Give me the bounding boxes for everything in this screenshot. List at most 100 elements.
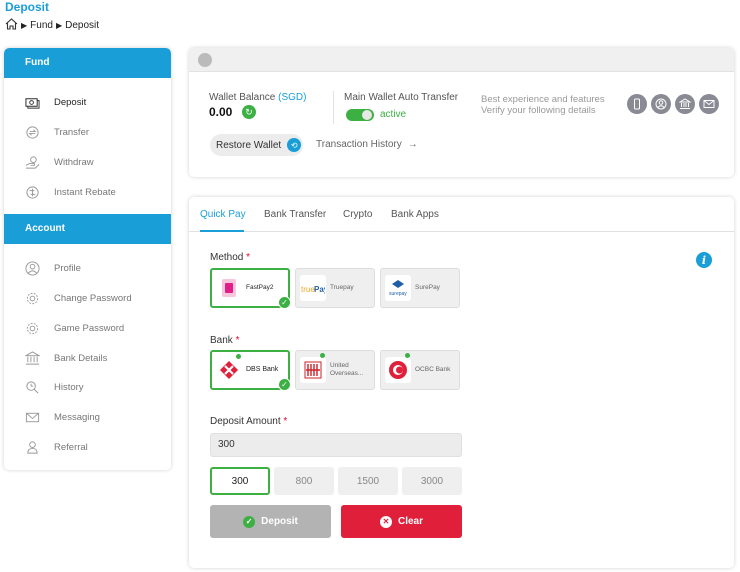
breadcrumb: ▶ Fund ▶ Deposit: [5, 18, 99, 33]
bank-icon[interactable]: [675, 94, 695, 114]
sidebar-item-profile[interactable]: Profile: [24, 258, 81, 278]
bank-option-uob[interactable]: United Overseas...: [295, 350, 375, 390]
auto-transfer-label: Main Wallet Auto Transfer: [344, 92, 459, 103]
amount-label: Deposit Amount *: [210, 416, 288, 427]
sidebar-item-label: History: [54, 381, 84, 393]
sidebar-item-withdraw[interactable]: Withdraw: [24, 152, 94, 172]
breadcrumb-separator-icon: ▶: [21, 21, 28, 30]
transfer-icon: [24, 124, 40, 140]
sidebar-item-deposit[interactable]: Deposit: [24, 92, 86, 112]
sidebar-item-game-password[interactable]: Game Password: [24, 318, 124, 338]
close-circle-icon: ✕: [379, 515, 392, 528]
sidebar-item-label: Bank Details: [54, 352, 108, 364]
sidebar-header-account: Account: [4, 214, 171, 244]
active-tab-underline: [200, 230, 244, 232]
tab-quick-pay[interactable]: Quick Pay: [200, 209, 246, 220]
check-circle-icon: ✓: [243, 515, 256, 528]
svg-text:Pay: Pay: [314, 285, 325, 294]
sidebar-item-label: Instant Rebate: [54, 186, 116, 198]
method-label: Method *: [210, 252, 251, 263]
arrow-right-icon: →: [407, 139, 418, 150]
method-option-surepay[interactable]: surepay SurePay: [380, 268, 460, 308]
tab-crypto[interactable]: Crypto: [343, 209, 372, 220]
online-dot: [320, 353, 325, 358]
clear-button[interactable]: ✕ Clear: [341, 505, 462, 538]
auto-transfer-toggle[interactable]: [346, 109, 374, 121]
quick-amount-800[interactable]: 800: [274, 467, 334, 495]
bank-option-ocbc[interactable]: OCBC Bank: [380, 350, 460, 390]
tab-bank-apps[interactable]: Bank Apps: [391, 209, 439, 220]
user-icon[interactable]: [651, 94, 671, 114]
sidebar-item-transfer[interactable]: Transfer: [24, 122, 89, 142]
sidebar-item-change-password[interactable]: Change Password: [24, 288, 132, 308]
online-dot: [405, 353, 410, 358]
sidebar-item-label: Deposit: [54, 96, 87, 108]
fastpay2-logo-icon: [216, 275, 242, 301]
clear-button-label: Clear: [397, 516, 423, 527]
deposit-tabs: Quick Pay Bank Transfer Crypto Bank Apps: [189, 197, 734, 232]
uob-logo-icon: [300, 357, 326, 383]
deposit-amount-input[interactable]: 300: [210, 433, 462, 457]
quick-amount-1500[interactable]: 1500: [338, 467, 398, 495]
sidebar-item-label: Game Password: [54, 322, 125, 334]
drop-icon: [198, 53, 212, 67]
quick-amount-3000[interactable]: 3000: [402, 467, 462, 495]
envelope-icon[interactable]: [699, 94, 719, 114]
breadcrumb-deposit: Deposit: [65, 20, 100, 31]
check-icon: ✓: [278, 378, 291, 391]
gear-icon: [24, 320, 40, 336]
sidebar: Fund Deposit Transfer Withdraw Instant R…: [4, 48, 171, 470]
verify-text: Best experience and features Verify your…: [481, 94, 605, 116]
sidebar-item-referral[interactable]: Referral: [24, 437, 88, 457]
bank-label: Bank *: [210, 335, 240, 346]
phone-icon[interactable]: [627, 94, 647, 114]
withdraw-icon: [24, 154, 40, 170]
dbs-logo-icon: [216, 357, 242, 383]
info-icon[interactable]: i: [696, 252, 712, 268]
sidebar-item-bank-details[interactable]: Bank Details: [24, 348, 107, 368]
bank-name: OCBC Bank: [415, 366, 451, 373]
sidebar-header-fund: Fund: [4, 48, 171, 78]
deposit-icon: [24, 94, 40, 110]
restore-wallet-label: Restore Wallet: [216, 139, 282, 151]
svg-text:surepay: surepay: [389, 291, 407, 297]
check-icon: ✓: [278, 296, 291, 309]
quick-amount-300[interactable]: 300: [210, 467, 270, 495]
online-dot: [236, 354, 241, 359]
envelope-icon: [24, 409, 40, 425]
deposit-button-label: Deposit: [261, 516, 298, 527]
breadcrumb-fund[interactable]: Fund: [30, 20, 53, 31]
transaction-history-link[interactable]: Transaction History →: [316, 139, 418, 150]
sidebar-item-label: Change Password: [54, 292, 132, 304]
restore-icon: ⟲: [287, 138, 302, 152]
surepay-logo-icon: surepay: [385, 275, 411, 301]
sidebar-item-label: Withdraw: [54, 156, 94, 168]
bank-name: United Overseas...: [330, 362, 364, 377]
method-option-truepay[interactable]: truePay Truepay: [295, 268, 375, 308]
auto-transfer-status: active: [380, 109, 407, 120]
tab-bank-transfer[interactable]: Bank Transfer: [264, 209, 326, 220]
transaction-history-label: Transaction History: [316, 139, 402, 150]
sidebar-item-instant-rebate[interactable]: Instant Rebate: [24, 182, 116, 202]
bank-name: DBS Bank: [246, 366, 279, 373]
referral-icon: [24, 439, 40, 455]
wallet-balance-value: 0.00: [209, 105, 233, 119]
method-option-fastpay2[interactable]: FastPay2 ✓: [210, 268, 291, 309]
method-name: Truepay: [330, 284, 354, 291]
method-name: SurePay: [415, 284, 440, 291]
bank-option-dbs[interactable]: DBS Bank ✓: [210, 350, 291, 391]
restore-wallet-button[interactable]: Restore Wallet ⟲: [210, 134, 303, 156]
deposit-button[interactable]: ✓ Deposit: [210, 505, 331, 538]
breadcrumb-separator-icon: ▶: [55, 21, 63, 30]
sidebar-item-label: Profile: [54, 262, 81, 274]
ocbc-logo-icon: [385, 357, 411, 383]
sidebar-item-messaging[interactable]: Messaging: [24, 407, 100, 427]
sidebar-item-label: Messaging: [54, 411, 100, 423]
home-icon[interactable]: [5, 18, 18, 33]
wallet-card: Wallet Balance (SGD) 0.00 ↻ Main Wallet …: [189, 48, 734, 177]
refresh-icon[interactable]: ↻: [242, 105, 256, 119]
truepay-logo-icon: truePay: [300, 275, 326, 301]
history-icon: [24, 379, 40, 395]
rebate-icon: [24, 184, 40, 200]
sidebar-item-history[interactable]: History: [24, 377, 84, 397]
